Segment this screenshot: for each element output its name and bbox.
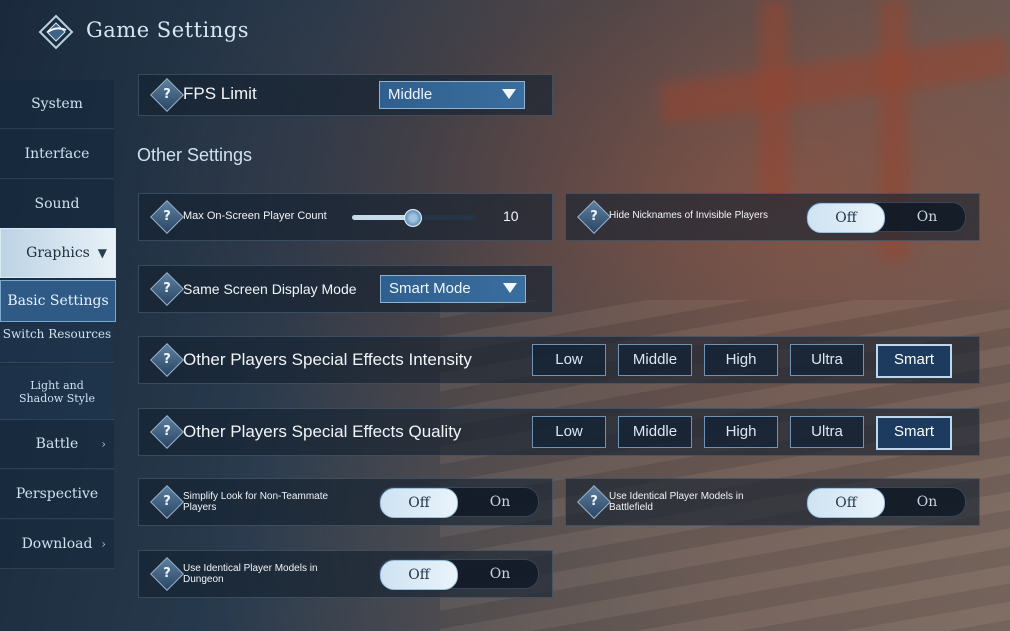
chevron-down-icon [502,89,516,99]
effects-intensity-option-ultra[interactable]: Ultra [790,344,864,376]
section-title: Other Settings [137,145,253,165]
sidebar-item-sound[interactable]: Sound [0,180,114,229]
hide-nicknames-row: ? Hide Nicknames of Invisible Players Of… [565,193,980,241]
identical-battlefield-row: ? Use Identical Player Models in Battlef… [565,478,980,526]
help-icon[interactable]: ? [150,200,184,234]
identical-dungeon-row: ? Use Identical Player Models in Dungeon… [138,550,553,598]
effects-quality-label: Other Players Special Effects Quality [183,422,462,441]
chevron-right-icon: › [101,537,106,551]
display-mode-row: ? Same Screen Display Mode Smart Mode [138,265,553,313]
max-players-label: Max On-Screen Player Count [183,210,327,222]
simplify-look-row: ? Simplify Look for Non-Teammate Players… [138,478,553,526]
identical-dungeon-label: Use Identical Player Models in Dungeon [183,563,318,585]
sidebar-item-label: Perspective [15,486,99,502]
sidebar-item-interface[interactable]: Interface [0,130,114,179]
toggle-on-option[interactable]: On [462,560,538,588]
display-mode-dropdown[interactable]: Smart Mode [380,275,526,303]
sidebar: System Interface Sound Graphics ▼ Basic … [0,78,116,569]
identical-dungeon-toggle[interactable]: Off On [379,559,539,590]
display-mode-label: Same Screen Display Mode [183,281,357,297]
help-icon[interactable]: ? [150,78,184,112]
sidebar-item-perspective[interactable]: Perspective [0,470,114,519]
max-players-row: ? Max On-Screen Player Count 10 [138,193,553,241]
sidebar-item-label: Switch Resources [2,327,112,341]
help-icon[interactable]: ? [150,557,184,591]
dropdown-value: Middle [388,86,433,103]
fps-limit-label: FPS Limit [183,84,257,103]
simplify-look-label: Simplify Look for Non-Teammate Players [183,491,329,513]
toggle-on-option[interactable]: On [889,203,965,231]
effects-quality-option-middle[interactable]: Middle [618,416,692,448]
max-players-slider[interactable] [352,209,476,227]
chevron-right-icon: › [101,437,106,451]
toggle-off-option[interactable]: Off [380,488,458,518]
effects-intensity-label: Other Players Special Effects Intensity [183,350,472,369]
sidebar-item-label: Basic Settings [7,293,109,309]
slider-knob[interactable] [403,209,422,227]
sidebar-item-label: Interface [24,146,90,162]
sidebar-item-system[interactable]: System [0,80,114,129]
fps-limit-dropdown[interactable]: Middle [379,81,525,109]
slider-fill [352,215,412,220]
effects-quality-option-high[interactable]: High [704,416,778,448]
simplify-look-toggle[interactable]: Off On [379,487,539,518]
sidebar-item-label: Light and Shadow Style [19,379,95,405]
effects-intensity-option-high[interactable]: High [704,344,778,376]
diamond-logo-icon [38,14,74,50]
effects-quality-option-ultra[interactable]: Ultra [790,416,864,448]
sidebar-item-label: Sound [34,196,80,212]
toggle-off-option[interactable]: Off [807,203,885,233]
effects-intensity-option-low[interactable]: Low [532,344,606,376]
help-icon[interactable]: ? [577,200,611,234]
chevron-down-icon: ▼ [97,246,107,260]
header: Game Settings [0,0,1010,72]
sidebar-item-light-shadow[interactable]: Light and Shadow Style [0,365,114,420]
toggle-off-option[interactable]: Off [380,560,458,590]
effects-intensity-option-middle[interactable]: Middle [618,344,692,376]
effects-quality-option-smart[interactable]: Smart [876,416,952,450]
sidebar-item-label: Battle [35,436,79,452]
sidebar-item-label: Graphics [26,245,90,261]
chevron-down-icon [503,283,517,293]
help-icon[interactable]: ? [150,272,184,306]
toggle-off-option[interactable]: Off [807,488,885,518]
help-icon[interactable]: ? [150,343,184,377]
hide-nicknames-label: Hide Nicknames of Invisible Players [609,210,768,221]
max-players-value: 10 [503,208,519,224]
effects-quality-row: ? Other Players Special Effects Quality … [138,408,980,456]
sidebar-item-battle[interactable]: Battle › [0,420,114,469]
page-title: Game Settings [86,18,249,42]
sidebar-item-basic-settings[interactable]: Basic Settings [0,280,116,322]
effects-intensity-option-smart[interactable]: Smart [876,344,952,378]
effects-intensity-row: ? Other Players Special Effects Intensit… [138,336,980,384]
effects-quality-option-low[interactable]: Low [532,416,606,448]
hide-nicknames-toggle[interactable]: Off On [806,202,966,233]
toggle-on-option[interactable]: On [462,488,538,516]
identical-battlefield-label: Use Identical Player Models in Battlefie… [609,491,744,513]
sidebar-item-label: Download [21,536,93,552]
dropdown-value: Smart Mode [389,280,471,297]
fps-limit-row: ? FPS Limit Middle [138,74,553,116]
sidebar-item-label: System [31,96,83,112]
sidebar-item-download[interactable]: Download › [0,520,114,569]
identical-battlefield-toggle[interactable]: Off On [806,487,966,518]
toggle-on-option[interactable]: On [889,488,965,516]
help-icon[interactable]: ? [150,485,184,519]
help-icon[interactable]: ? [577,485,611,519]
sidebar-item-graphics[interactable]: Graphics ▼ [0,228,116,278]
sidebar-item-switch-resources[interactable]: Switch Resources [0,323,114,363]
help-icon[interactable]: ? [150,415,184,449]
